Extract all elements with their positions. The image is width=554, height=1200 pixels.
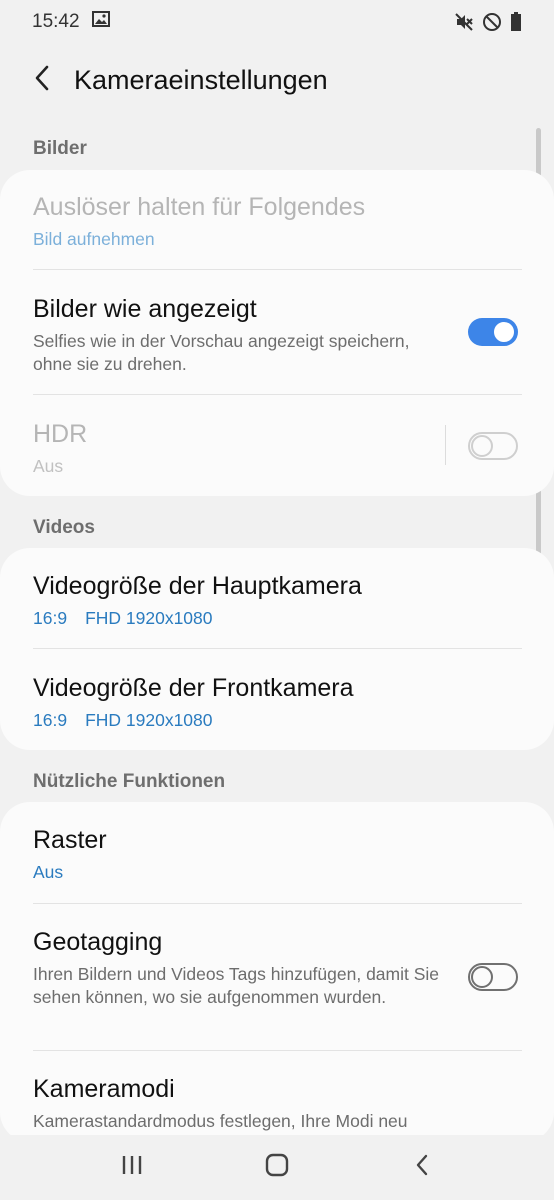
card-useful: Raster Aus Geotagging Ihren Bildern und … xyxy=(0,802,554,1142)
setting-description: Ihren Bildern und Videos Tags hinzufügen… xyxy=(33,964,440,1007)
nav-back-button[interactable] xyxy=(392,1143,452,1193)
section-header-videos: Videos xyxy=(33,517,95,538)
aspect-ratio: 16:9 xyxy=(33,710,68,730)
page-title: Kameraeinstellungen xyxy=(74,64,328,95)
setting-geotagging[interactable]: Geotagging Ihren Bildern und Videos Tags… xyxy=(33,927,444,1009)
recent-apps-button[interactable] xyxy=(102,1143,162,1193)
setting-title: Kameramodi xyxy=(33,1075,175,1103)
setting-value: Bild aufnehmen xyxy=(33,229,155,249)
setting-value: 16:9 FHD 1920x1080 xyxy=(33,607,522,630)
back-button[interactable] xyxy=(12,50,72,110)
setting-hdr[interactable]: HDR Aus xyxy=(33,419,434,478)
setting-title: Videogröße der Frontkamera xyxy=(33,674,354,702)
mute-icon xyxy=(454,12,474,32)
setting-front-video-size[interactable]: Videogröße der Frontkamera 16:9 FHD 1920x… xyxy=(33,673,522,732)
toggle-knob xyxy=(492,320,516,344)
setting-value: Aus xyxy=(33,862,64,882)
setting-title: HDR xyxy=(33,420,88,448)
gallery-icon xyxy=(91,11,110,33)
chevron-left-icon xyxy=(33,64,51,97)
setting-title: Raster xyxy=(33,826,107,854)
vertical-separator xyxy=(445,425,446,465)
setting-description: Kamerastandardmodus festlegen, Ihre Modi… xyxy=(33,1111,408,1131)
divider xyxy=(33,1050,522,1051)
status-time: 15:42 xyxy=(32,11,80,32)
setting-value: Aus xyxy=(33,456,64,476)
setting-rear-video-size[interactable]: Videogröße der Hauptkamera 16:9 FHD 1920x… xyxy=(33,571,522,630)
card-videos: Videogröße der Hauptkamera 16:9 FHD 1920x… xyxy=(0,548,554,750)
aspect-ratio: 16:9 xyxy=(33,608,68,628)
divider xyxy=(33,648,522,649)
toggle-geotagging[interactable] xyxy=(468,963,518,991)
card-pictures: Auslöser halten für Folgendes Bild aufne… xyxy=(0,170,554,496)
section-header-pictures: Bilder xyxy=(33,138,87,159)
recent-apps-icon xyxy=(120,1154,144,1181)
divider xyxy=(33,903,522,904)
setting-grid[interactable]: Raster Aus xyxy=(33,825,522,884)
setting-title: Bilder wie angezeigt xyxy=(33,295,257,323)
setting-description: Selfies wie in der Vorschau angezeigt sp… xyxy=(33,331,410,374)
section-header-useful: Nützliche Funktionen xyxy=(33,771,226,792)
do-not-disturb-icon xyxy=(482,12,502,32)
resolution: FHD 1920x1080 xyxy=(85,608,213,628)
toggle-save-as-previewed[interactable] xyxy=(468,318,518,346)
toggle-knob xyxy=(471,435,493,457)
resolution: FHD 1920x1080 xyxy=(85,710,213,730)
setting-camera-modes[interactable]: Kameramodi Kamerastandardmodus festlegen… xyxy=(33,1074,522,1133)
setting-save-as-previewed[interactable]: Bilder wie angezeigt Selfies wie in der … xyxy=(33,294,444,376)
divider xyxy=(33,394,522,395)
toggle-knob xyxy=(471,966,493,988)
home-icon xyxy=(264,1152,290,1183)
setting-shutter-hold[interactable]: Auslöser halten für Folgendes Bild aufne… xyxy=(33,192,522,251)
setting-value: 16:9 FHD 1920x1080 xyxy=(33,709,522,732)
battery-icon xyxy=(510,12,522,32)
setting-title: Videogröße der Hauptkamera xyxy=(33,572,362,600)
toggle-hdr[interactable] xyxy=(468,432,518,460)
setting-title: Auslöser halten für Folgendes xyxy=(33,193,366,221)
setting-title: Geotagging xyxy=(33,928,163,956)
app-bar: Kameraeinstellungen xyxy=(0,44,554,116)
home-button[interactable] xyxy=(247,1143,307,1193)
navigation-bar xyxy=(0,1135,554,1200)
back-icon xyxy=(414,1153,430,1182)
status-bar: 15:42 xyxy=(0,0,554,44)
divider xyxy=(33,269,522,270)
